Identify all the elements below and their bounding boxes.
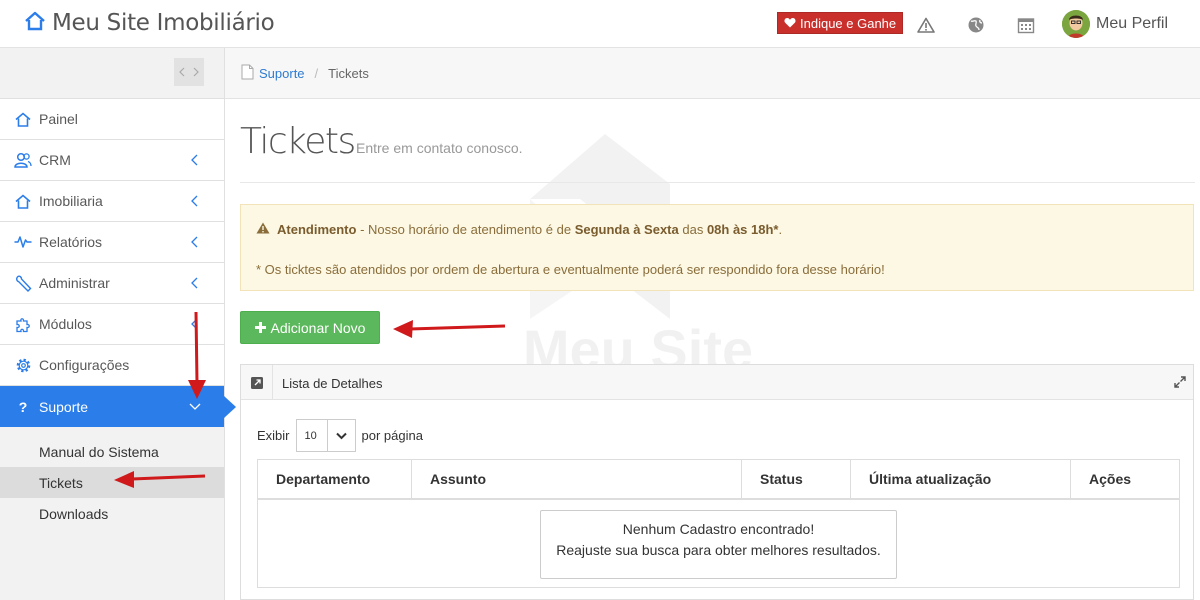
chevron-left-icon <box>191 154 198 166</box>
sidebar-item-label: Relatórios <box>39 234 103 250</box>
avatar <box>1062 10 1090 38</box>
sidebar-item-imobiliaria[interactable]: Imobiliaria <box>0 181 224 222</box>
submenu-item-label: Tickets <box>39 474 83 491</box>
column-header[interactable]: Departamento <box>258 460 412 498</box>
column-header[interactable]: Status <box>742 460 851 498</box>
empty-state: Nenhum Cadastro encontrado! Reajuste sua… <box>540 510 897 579</box>
length-prefix: Exibir <box>257 428 290 443</box>
sidebar-item-label: Configurações <box>39 357 130 373</box>
add-new-button[interactable]: Adicionar Novo <box>240 311 380 344</box>
submenu-item-label: Manual do Sistema <box>39 443 159 460</box>
alert-text1: - Nosso horário de atendimento é de <box>356 222 575 237</box>
page-length-select[interactable]: 10 <box>295 419 356 452</box>
sidebar: Painel CRM Imobiliaria Relatórios Admini… <box>0 48 236 600</box>
tickets-table: Departamento Assunto Status Última atual… <box>257 459 1180 588</box>
empty-line2: Reajuste sua busca para obter melhores r… <box>556 542 881 558</box>
home-icon <box>14 110 32 128</box>
indique-label: Indique e Ganhe <box>800 15 897 31</box>
column-header[interactable]: Assunto <box>412 460 742 498</box>
sidebar-item-crm[interactable]: CRM <box>0 140 224 181</box>
globe-icon[interactable] <box>966 15 986 35</box>
sidebar-item-label: Imobiliaria <box>39 193 103 209</box>
sidebar-item-label: Painel <box>39 111 78 127</box>
puzzle-icon <box>14 315 32 333</box>
warning-icon[interactable] <box>916 15 936 35</box>
details-panel: Lista de Detalhes Exibir 10 por página D… <box>240 364 1194 600</box>
sidebar-item-label: CRM <box>39 152 71 168</box>
sidebar-item-label: Administrar <box>39 275 110 291</box>
home-icon <box>14 192 32 210</box>
chevron-left-icon <box>191 318 198 330</box>
alert-strong: Atendimento <box>277 222 357 237</box>
chevron-down-icon <box>189 403 201 410</box>
breadcrumb-link-suporte[interactable]: Suporte <box>259 66 305 81</box>
chevron-left-icon <box>191 277 198 289</box>
main-content: Meu Site Imobiliário Site para mobiliári… <box>240 99 1195 600</box>
heart-icon <box>784 16 796 31</box>
sidebar-item-painel[interactable]: Painel <box>0 99 224 140</box>
external-link-icon <box>241 365 273 400</box>
profile-label: Meu Perfil <box>1096 15 1169 32</box>
page-length-control: Exibir 10 por página <box>257 419 423 452</box>
sidebar-item-modulos[interactable]: Módulos <box>0 304 224 345</box>
sidebar-item-label: Suporte <box>39 398 89 415</box>
alert-text3: . <box>778 222 783 237</box>
brand-name: Meu Site Imobiliário <box>52 10 275 36</box>
brand[interactable]: Meu Site Imobiliário <box>24 10 275 36</box>
sidebar-item-administrar[interactable]: Administrar <box>0 263 224 304</box>
sidebar-collapse-button[interactable] <box>174 58 204 86</box>
chevrons-icon <box>179 67 199 77</box>
alert-days: Segunda à Sexta <box>574 222 679 237</box>
users-icon <box>14 151 32 169</box>
length-suffix: por página <box>361 428 423 443</box>
schedule-alert: Atendimento - Nosso horário de atendimen… <box>240 204 1194 291</box>
home-icon <box>24 11 46 36</box>
chevron-left-icon <box>191 195 198 207</box>
suporte-submenu: Manual do Sistema Tickets Downloads <box>0 427 224 529</box>
question-icon: ? <box>18 398 28 415</box>
sidebar-item-configuracoes[interactable]: Configurações <box>0 345 224 386</box>
gear-icon <box>14 356 32 374</box>
sidebar-item-label: Módulos <box>39 316 92 332</box>
submenu-item-downloads[interactable]: Downloads <box>0 498 224 529</box>
panel-title: Lista de Detalhes <box>282 376 383 391</box>
page-header: Tickets Entre em contato conosco. <box>240 119 1195 183</box>
sidebar-item-suporte[interactable]: ? Suporte <box>0 386 236 427</box>
breadcrumb: Suporte / Tickets <box>225 48 1200 99</box>
column-header[interactable]: Ações <box>1071 460 1179 498</box>
empty-line1: Nenhum Cadastro encontrado! <box>622 521 815 537</box>
column-header[interactable]: Última atualização <box>851 460 1071 498</box>
table-header: Departamento Assunto Status Última atual… <box>258 460 1179 500</box>
wrench-icon <box>14 274 32 292</box>
alert-line1: Atendimento - Nosso horário de atendimen… <box>256 222 782 237</box>
alert-hours: 08h às 18h* <box>706 222 779 237</box>
indique-button[interactable]: Indique e Ganhe <box>777 12 904 34</box>
sidebar-item-relatorios[interactable]: Relatórios <box>0 222 224 263</box>
alert-text: Atendimento - Nosso horário de atendimen… <box>277 222 782 237</box>
submenu-item-label: Downloads <box>39 505 109 522</box>
profile-menu[interactable]: Meu Perfil <box>1062 10 1168 38</box>
expand-icon[interactable] <box>1173 375 1187 389</box>
chevron-left-icon <box>191 236 198 248</box>
add-new-label: Adicionar Novo <box>270 319 366 336</box>
chevron-down-icon <box>326 420 355 451</box>
calendar-icon[interactable] <box>1016 15 1036 35</box>
breadcrumb-current: Tickets <box>328 65 369 81</box>
file-icon <box>241 64 254 83</box>
sidebar-menu: Painel CRM Imobiliaria Relatórios Admini… <box>0 98 236 529</box>
breadcrumb-separator: / <box>314 65 319 81</box>
submenu-item-tickets[interactable]: Tickets <box>0 467 224 498</box>
page-title: Tickets <box>240 121 356 162</box>
plus-icon <box>254 320 266 336</box>
top-navbar: Meu Site Imobiliário Indique e Ganhe Meu… <box>0 0 1200 48</box>
page-subtitle: Entre em contato conosco. <box>356 140 523 156</box>
alert-text2: das <box>678 222 707 237</box>
pulse-icon <box>14 233 32 251</box>
page-length-value: 10 <box>304 429 317 442</box>
warning-icon <box>256 222 270 237</box>
alert-note: * Os ticktes são atendidos por ordem de … <box>256 262 885 277</box>
submenu-item-manual[interactable]: Manual do Sistema <box>0 436 224 467</box>
panel-header: Lista de Detalhes <box>241 365 1193 400</box>
